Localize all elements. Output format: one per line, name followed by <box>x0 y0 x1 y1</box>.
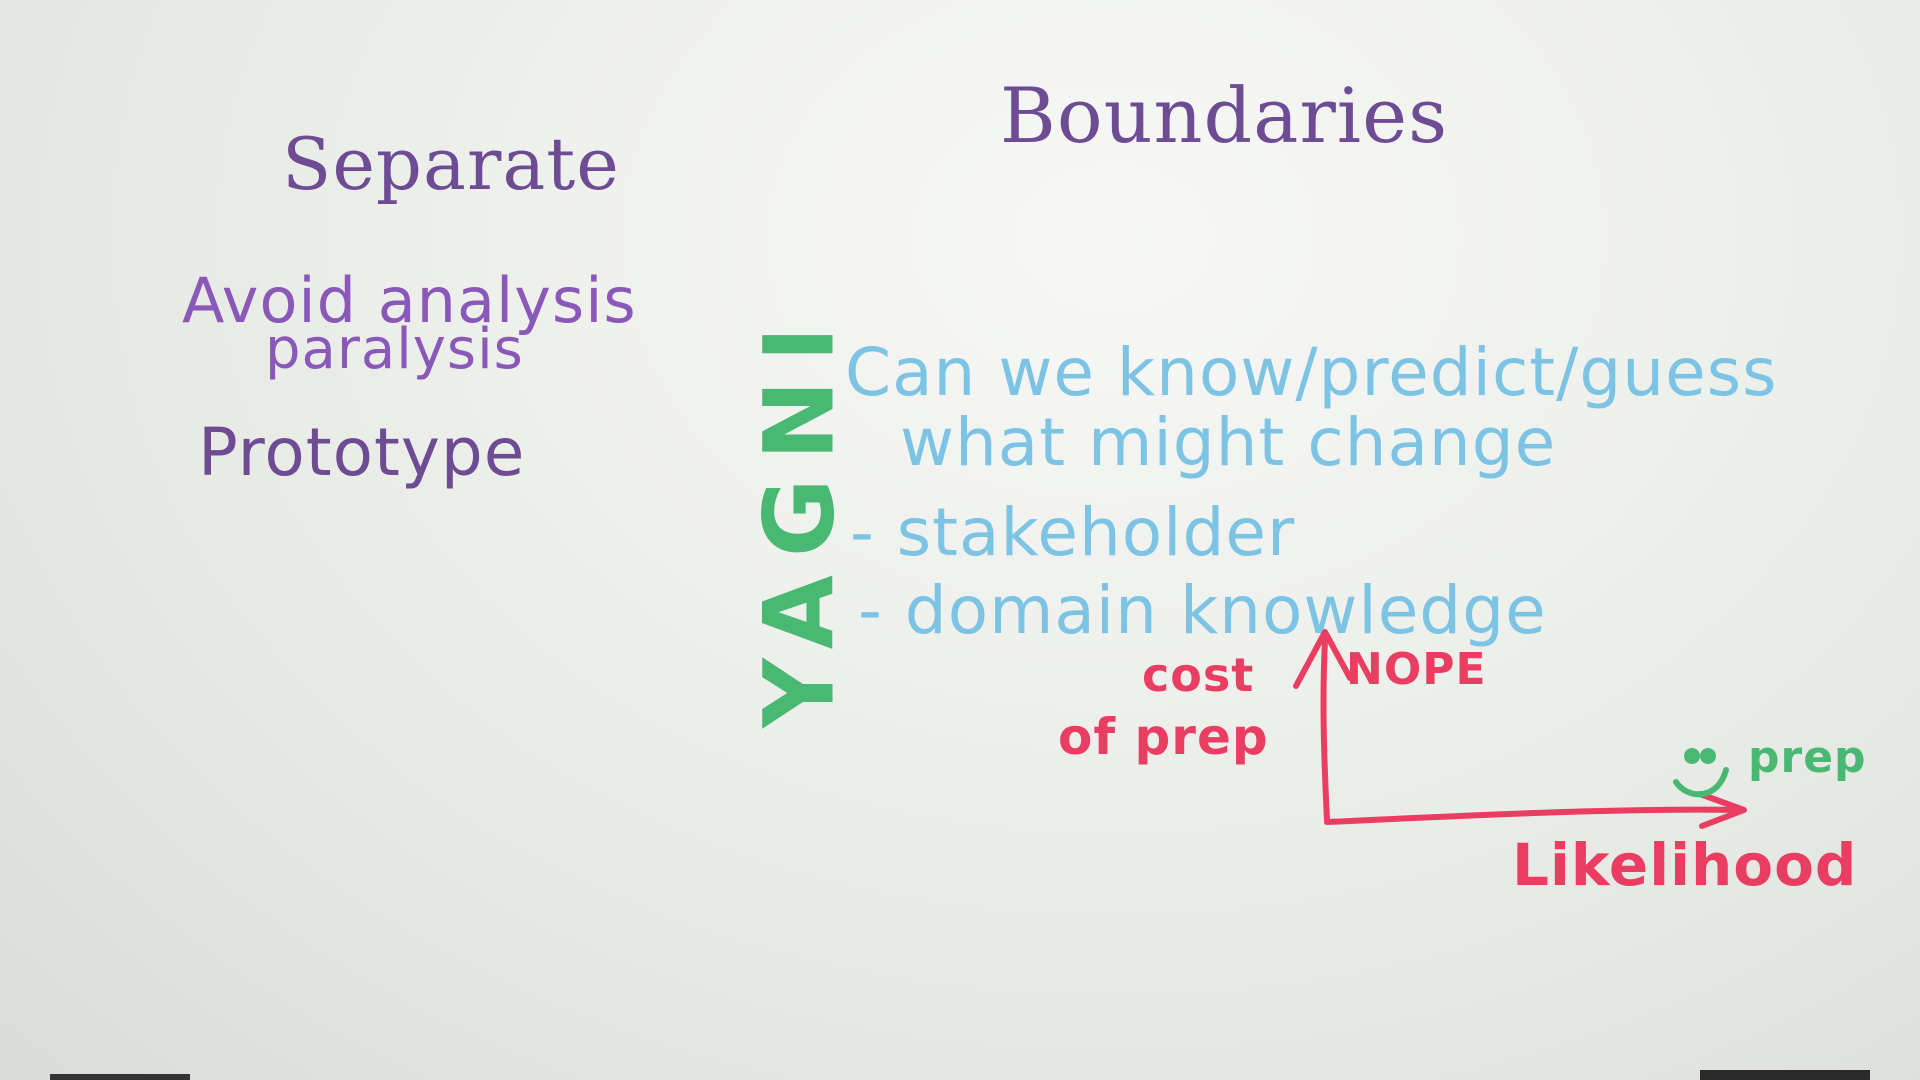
yagni-vertical-text: YAGNI <box>743 308 856 728</box>
prototype-text: Prototype <box>198 414 526 491</box>
paralysis-text: paralysis <box>265 317 524 382</box>
separate-heading: Separate <box>282 122 620 206</box>
x-axis-line <box>1324 806 1745 825</box>
smiley-face-icon <box>1673 748 1729 798</box>
whiteboard: Boundaries Separate Avoid analysis paral… <box>0 0 1920 1080</box>
board-title: Boundaries <box>1000 71 1449 160</box>
cost-label: cost <box>1142 648 1255 702</box>
marker-tray-right <box>1700 1070 1870 1080</box>
marker-tray-left <box>50 1074 190 1080</box>
of-prep-label: of prep <box>1058 708 1269 766</box>
what-might-change-text: what might change <box>900 404 1557 481</box>
can-we-know-text: Can we know/predict/guess <box>845 334 1778 411</box>
domain-knowledge-text: - domain knowledge <box>858 572 1547 649</box>
nope-label: NOPE <box>1346 644 1487 695</box>
x-axis-arrowhead <box>1697 791 1747 829</box>
stakeholder-text: - stakeholder <box>850 494 1296 571</box>
y-axis-line <box>1320 637 1330 823</box>
likelihood-label: Likelihood <box>1512 831 1858 899</box>
prep-label: prep <box>1748 732 1867 783</box>
